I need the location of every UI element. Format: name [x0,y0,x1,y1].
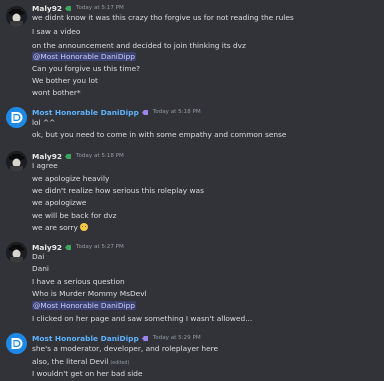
edited-label: (edited) [110,361,130,366]
purple-tag-icon [141,109,148,115]
message-line: ok, but you need to come in with some em… [32,130,287,139]
message-line: Dani [32,264,49,273]
message-line: I have a serious question [32,277,125,286]
message-line: @Most Honorable DaniDipp [32,52,136,61]
green-tag-icon [64,244,71,250]
timestamp: Today at 5:18 PM [152,109,201,115]
message-line: I agree [32,161,58,170]
message-header: Maly92 Today at 5:27 PM [32,242,124,252]
message-line: we didnt know it was this crazy tho forg… [32,13,294,22]
message-line: Who is Murder Mommy MsDevl [32,289,147,298]
timestamp: Today at 5:27 PM [75,244,124,250]
message-line: we apologizwe [32,198,87,207]
username[interactable]: Maly92 [32,243,62,252]
message-header: Most Honorable DaniDipp Today at 5:29 PM [32,333,201,343]
message-line: wont bother* [32,88,81,97]
message-line: lol ^^ [32,118,56,127]
avatar[interactable] [6,333,27,354]
green-tag-icon [64,5,71,11]
message-header: Most Honorable DaniDipp Today at 5:18 PM [32,107,201,117]
avatar[interactable] [6,107,27,128]
avatar[interactable] [6,6,27,27]
username[interactable]: Most Honorable DaniDipp [32,334,139,343]
message-line: I clicked on her page and saw something … [32,314,253,323]
chat-message-list: Maly92 Today at 5:17 PM we didnt know it… [0,0,384,381]
message-text: also, the literal Devil [32,357,109,366]
username[interactable]: Maly92 [32,4,62,13]
message-header: Maly92 Today at 5:17 PM [32,3,124,13]
message-line: we are sorry [32,223,88,232]
message-line: on the announcement and decided to join … [32,41,246,50]
message-line: Can you forgive us this time? [32,64,141,73]
user-mention[interactable]: @Most Honorable DaniDipp [32,301,136,310]
message-line: also, the literal Devil (edited) [32,357,129,366]
message-line: we will be back for dvz [32,211,117,220]
message-line: we apologize heavily [32,174,110,183]
user-mention[interactable]: @Most Honorable DaniDipp [32,52,136,61]
message-line: @Most Honorable DaniDipp [32,301,136,310]
message-line: she's a moderator, developer, and rolepl… [32,344,219,353]
green-tag-icon [64,153,71,159]
message-line: I saw a video [32,27,81,36]
timestamp: Today at 5:29 PM [152,335,201,341]
purple-tag-icon [141,335,148,341]
slightly-frowning-face-emoji[interactable] [79,223,88,231]
timestamp: Today at 5:18 PM [75,153,124,159]
message-line: We bother you lot [32,76,98,85]
username[interactable]: Most Honorable DaniDipp [32,108,139,117]
timestamp: Today at 5:17 PM [75,5,124,11]
username[interactable]: Maly92 [32,152,62,161]
message-line: we didn't realize how serious this rolep… [32,186,204,195]
message-line: Dai [32,252,45,261]
message-line: I wouldn't get on her bad side [32,369,143,378]
avatar[interactable] [6,242,27,263]
message-header: Maly92 Today at 5:18 PM [32,151,124,161]
message-text: we are sorry [32,223,78,232]
avatar[interactable] [6,151,27,172]
